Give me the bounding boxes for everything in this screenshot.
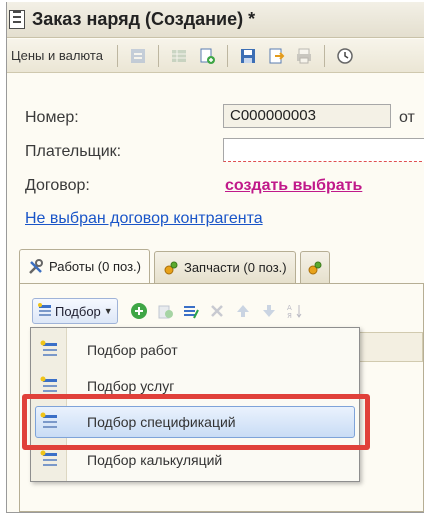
menu-item-label: Подбор спецификаций [87, 414, 236, 430]
gears-icon [164, 261, 178, 274]
delete-icon[interactable] [208, 302, 226, 320]
arrow-up-icon[interactable] [234, 302, 252, 320]
number-field[interactable]: С000000003 [223, 104, 391, 128]
tab-strip: Работы (0 поз.) Запчасти (0 поз.) [19, 249, 424, 283]
add-icon[interactable] [130, 302, 148, 320]
contract-not-selected-link[interactable]: Не выбран договор контрагента [25, 210, 263, 228]
document-icon [9, 10, 25, 29]
clock-icon[interactable] [336, 47, 354, 65]
prices-currency-button[interactable]: Цены и валюта [11, 48, 103, 63]
podbor-label: Подбор [55, 303, 101, 319]
contract-create-select-link[interactable]: создать выбрать [225, 177, 362, 195]
toolbar-separator [157, 44, 159, 67]
date-from-label: от [399, 109, 415, 126]
tab-parts-label: Запчасти (0 поз.) [183, 260, 287, 275]
podbor-dropdown-button[interactable]: Подбор ▼ [32, 298, 118, 324]
menu-item-label: Подбор услуг [87, 378, 175, 394]
menu-item-podbor-rabot[interactable]: Подбор работ [31, 332, 359, 368]
menu-item-label: Подбор работ [87, 342, 178, 358]
main-toolbar: Цены и валюта [7, 39, 424, 73]
arrow-down-icon[interactable] [260, 302, 278, 320]
tab-works[interactable]: Работы (0 поз.) [19, 249, 150, 283]
tools-icon [29, 258, 43, 274]
payer-label: Плательщик: [25, 143, 122, 160]
podbor-dropdown-menu: Подбор работ Подбор услуг Подбор специфи… [30, 327, 360, 482]
selection-list-icon [40, 376, 57, 392]
edit-icon[interactable] [182, 302, 200, 320]
menu-item-label: Подбор калькуляций [87, 452, 223, 468]
works-toolbar: Подбор ▼ AЯ [32, 296, 423, 326]
selection-list-icon [38, 303, 51, 316]
gears-icon [308, 261, 322, 274]
menu-item-podbor-uslug[interactable]: Подбор услуг [31, 368, 359, 404]
toolbar-separator [323, 44, 325, 67]
selection-list-icon [40, 450, 57, 466]
tab-parts[interactable]: Запчасти (0 поз.) [153, 251, 296, 283]
toolbar-separator [226, 44, 228, 67]
window-title: Заказ наряд (Создание) * [32, 9, 256, 29]
table-icon[interactable] [170, 47, 188, 65]
sort-icon[interactable]: AЯ [286, 302, 304, 320]
new-copy-icon[interactable] [198, 47, 216, 65]
contract-label: Договор: [25, 177, 90, 194]
save-icon[interactable] [239, 47, 257, 65]
menu-item-podbor-specifikaciy[interactable]: Подбор спецификаций [31, 404, 359, 440]
toolbar-separator [116, 44, 118, 67]
tab-works-label: Работы (0 поз.) [49, 259, 141, 274]
post-icon[interactable] [129, 47, 147, 65]
number-label: Номер: [25, 109, 79, 126]
document-arrow-icon[interactable] [267, 47, 285, 65]
tab-more[interactable] [299, 251, 330, 283]
copy-icon[interactable] [156, 302, 174, 320]
title-bar: Заказ наряд (Создание) * [7, 2, 424, 38]
chevron-down-icon: ▼ [103, 306, 113, 316]
selection-list-icon [40, 412, 57, 428]
menu-item-podbor-kalkulyaciy[interactable]: Подбор калькуляций [31, 442, 359, 478]
payer-field[interactable] [223, 138, 424, 162]
print-icon[interactable] [295, 47, 313, 65]
svg-text:A: A [287, 304, 292, 312]
selection-list-icon [40, 340, 57, 356]
svg-text:Я: Я [287, 312, 292, 320]
